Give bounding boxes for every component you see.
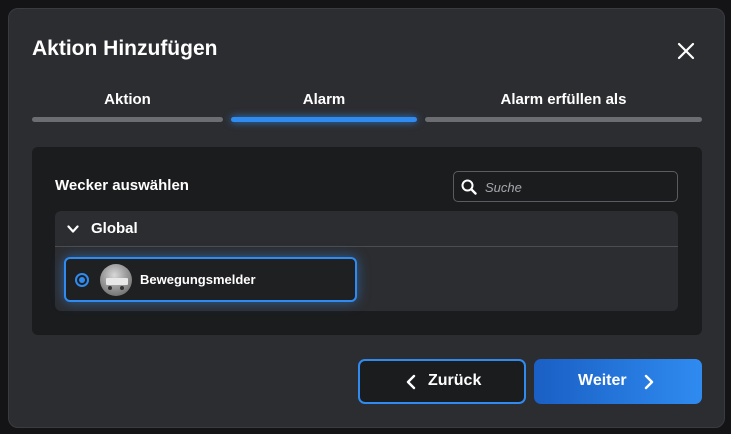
step-progress-bar bbox=[32, 117, 223, 122]
add-action-dialog: Aktion Hinzufügen Aktion Alarm Alarm erf… bbox=[8, 8, 725, 428]
next-button[interactable]: Weiter bbox=[534, 359, 702, 404]
chevron-down-icon bbox=[67, 225, 79, 233]
step-aktion[interactable]: Aktion bbox=[32, 91, 223, 131]
back-button[interactable]: Zurück bbox=[358, 359, 526, 404]
close-button[interactable] bbox=[671, 36, 701, 66]
step-progress-bar bbox=[425, 117, 702, 122]
alarm-select-panel: Wecker auswählen Suche Global Bewegungsm… bbox=[32, 147, 702, 335]
alarm-item-bewegungsmelder[interactable]: Bewegungsmelder bbox=[64, 257, 357, 302]
chevron-left-icon bbox=[406, 374, 416, 390]
dialog-title: Aktion Hinzufügen bbox=[32, 37, 218, 60]
group-label: Global bbox=[91, 220, 138, 237]
search-input[interactable]: Suche bbox=[453, 171, 678, 202]
step-alarm-erfuellen[interactable]: Alarm erfüllen als bbox=[425, 91, 702, 131]
radio-selected[interactable] bbox=[75, 273, 89, 287]
chevron-right-icon bbox=[644, 374, 654, 390]
avatar bbox=[100, 264, 132, 296]
alarm-group-global: Global Bewegungsmelder bbox=[55, 211, 678, 311]
group-header[interactable]: Global bbox=[55, 211, 678, 247]
step-label: Alarm bbox=[302, 91, 346, 108]
step-progress-bar bbox=[231, 117, 417, 122]
alarm-item-label: Bewegungsmelder bbox=[140, 272, 256, 287]
step-label: Alarm erfüllen als bbox=[500, 91, 627, 108]
back-label: Zurück bbox=[428, 372, 482, 389]
step-label: Aktion bbox=[104, 91, 151, 108]
panel-label: Wecker auswählen bbox=[55, 177, 189, 194]
search-icon bbox=[461, 179, 477, 195]
close-icon bbox=[677, 42, 695, 60]
next-label: Weiter bbox=[578, 372, 627, 389]
step-alarm[interactable]: Alarm bbox=[231, 91, 417, 131]
search-placeholder: Suche bbox=[485, 180, 522, 195]
